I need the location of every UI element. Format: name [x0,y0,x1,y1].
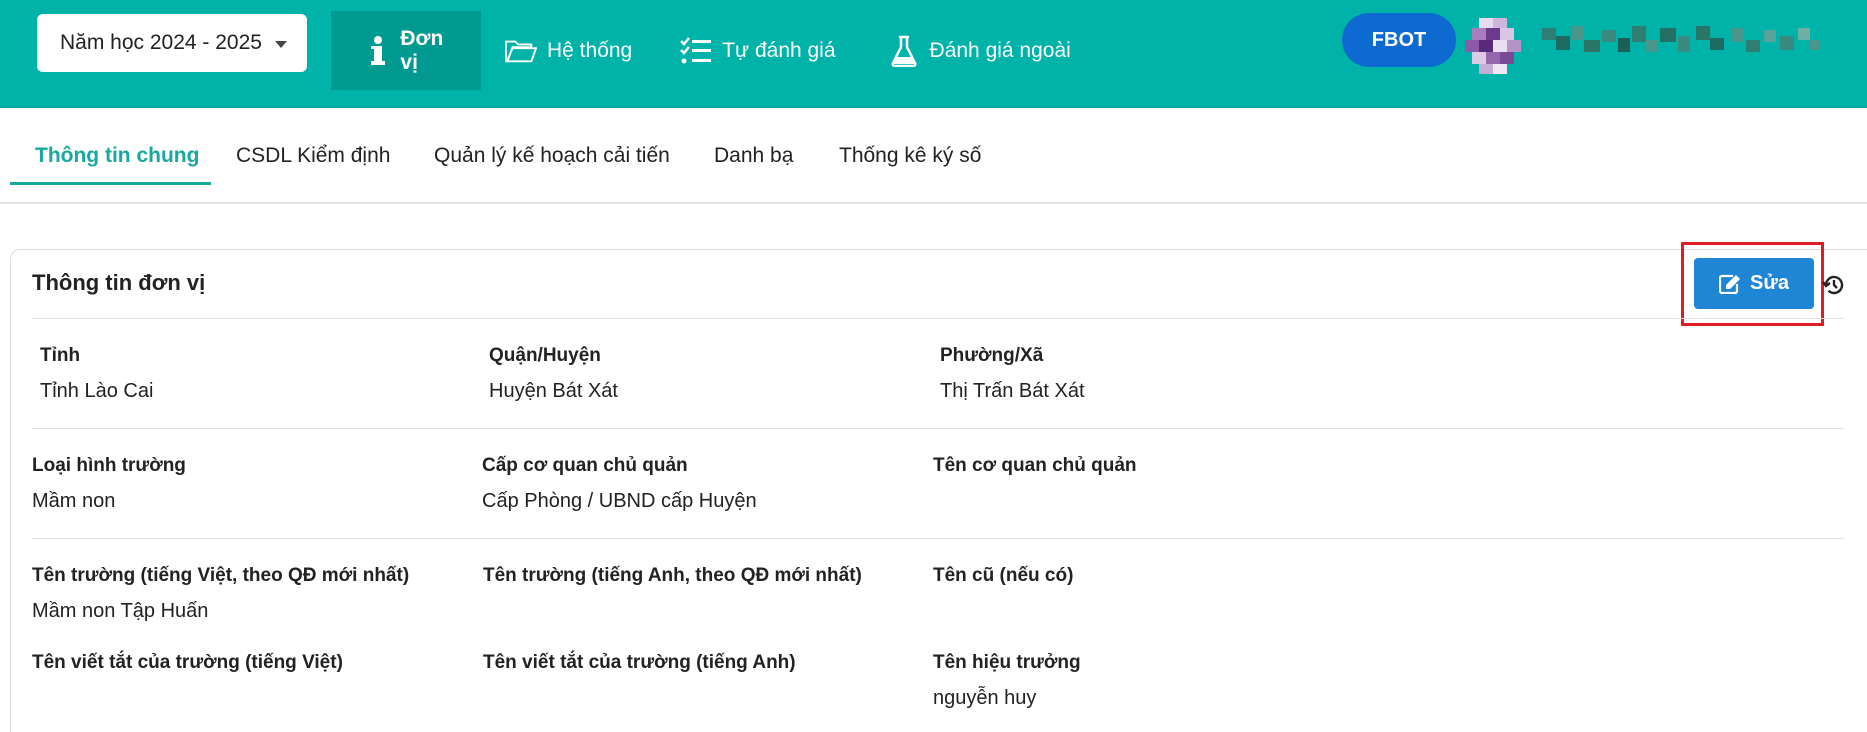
field-value-tinh: Tỉnh Lào Cai [40,380,154,402]
tab-thong-tin-chung[interactable]: Thông tin chung [35,108,199,204]
tab-thong-tin-chung-label: Thông tin chung [35,144,200,167]
nav-don-vi[interactable]: Đơn vị [331,11,481,90]
tab-quan-ly-ke-hoach[interactable]: Quản lý kế hoạch cải tiến [434,108,670,204]
field-value-phuong-xa: Thị Trấn Bát Xát [940,380,1085,402]
top-navbar: Năm học 2024 - 2025 Đơn vị Hệ thống Tự đ… [0,0,1867,108]
flask-icon [888,35,920,67]
field-value-loai-hinh-truong: Mầm non [32,490,116,512]
nav-danh-gia-ngoai-label: Đánh giá ngoài [929,38,1071,62]
tab-csdl-kiem-dinh-label: CSDL Kiểm định [236,144,391,167]
edit-button[interactable]: Sửa [1694,258,1814,309]
field-label-ten-truong-viet: Tên trường (tiếng Việt, theo QĐ mới nhất… [32,565,410,586]
field-value-quan-huyen: Huyện Bát Xát [489,380,618,402]
fbot-button[interactable]: FBOT [1342,13,1456,67]
tab-thong-ke-ky-so-label: Thống kê ký số [839,144,982,167]
field-label-loai-hinh-truong: Loại hình trường [32,455,186,476]
nav-don-vi-label: Đơn vị [400,26,444,74]
info-icon [365,35,390,67]
folder-open-icon [505,35,537,67]
school-year-select[interactable]: Năm học 2024 - 2025 [37,14,307,72]
active-tab-indicator [10,182,211,185]
field-value-ten-truong-viet: Mầm non Tập Huấn [32,600,209,622]
tab-quan-ly-ke-hoach-label: Quản lý kế hoạch cải tiến [434,144,670,167]
tab-thong-ke-ky-so[interactable]: Thống kê ký số [839,108,981,204]
divider [32,318,1844,319]
edit-button-label: Sửa [1750,272,1789,294]
user-avatar[interactable] [1465,18,1521,74]
checklist-icon [680,35,712,67]
main-nav: Đơn vị Hệ thống Tự đánh giá Đánh giá ngo… [331,11,1099,90]
field-label-quan-huyen: Quận/Huyện [489,345,601,366]
sub-tabs: Thông tin chung CSDL Kiểm định Quản lý k… [0,108,1867,204]
field-label-phuong-xa: Phường/Xã [940,345,1044,366]
tab-danh-ba[interactable]: Danh bạ [714,108,793,204]
tab-danh-ba-label: Danh bạ [714,144,794,167]
nav-tu-danh-gia-label: Tự đánh giá [722,38,836,62]
field-label-ten-viet-tat-viet: Tên viết tắt của trường (tiếng Việt) [32,652,343,673]
username-redacted [1542,22,1822,62]
field-label-ten-co-quan: Tên cơ quan chủ quản [933,455,1137,476]
history-icon[interactable] [1822,273,1846,297]
divider [32,538,1844,539]
field-label-ten-hieu-truong: Tên hiệu trưởng [933,652,1081,673]
field-value-cap-co-quan: Cấp Phòng / UBND cấp Huyện [482,490,757,512]
field-label-ten-cu: Tên cũ (nếu có) [933,565,1074,586]
divider [32,428,1844,429]
nav-danh-gia-ngoai[interactable]: Đánh giá ngoài [860,11,1099,90]
field-label-ten-truong-anh: Tên trường (tiếng Anh, theo QĐ mới nhất) [483,565,862,586]
nav-he-thong-label: Hệ thống [547,38,633,62]
fbot-label: FBOT [1371,28,1427,51]
card-title: Thông tin đơn vị [32,270,206,295]
field-label-tinh: Tỉnh [40,345,81,366]
tab-csdl-kiem-dinh[interactable]: CSDL Kiểm định [236,108,390,204]
nav-tu-danh-gia[interactable]: Tự đánh giá [656,11,859,90]
caret-down-icon [275,41,287,48]
field-label-cap-co-quan: Cấp cơ quan chủ quản [482,455,688,476]
nav-he-thong[interactable]: Hệ thống [481,11,656,90]
field-label-ten-viet-tat-anh: Tên viết tắt của trường (tiếng Anh) [483,652,796,673]
edit-icon [1719,274,1741,294]
school-year-value: Năm học 2024 - 2025 [60,31,262,54]
field-value-ten-hieu-truong: nguyễn huy [933,687,1037,709]
